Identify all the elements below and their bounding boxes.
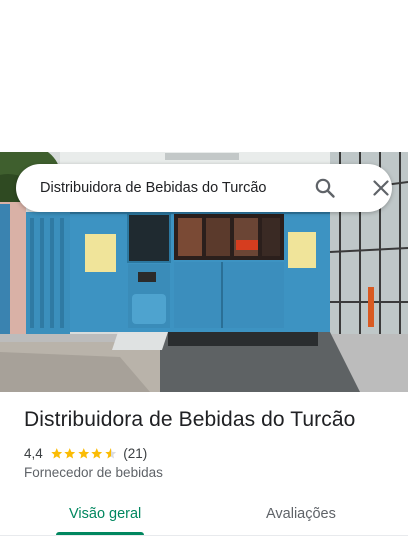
place-category: Fornecedor de bebidas: [24, 465, 163, 480]
tab-reviews[interactable]: Avaliações: [266, 503, 336, 525]
star-icon: [78, 447, 89, 458]
star-icon: [91, 447, 103, 458]
close-icon[interactable]: [368, 175, 394, 201]
star-icon: [51, 447, 62, 458]
rating-stars: [50, 447, 118, 460]
star-icon: [64, 447, 76, 458]
rating-value: 4,4: [24, 445, 43, 461]
star-half-icon: [105, 447, 116, 458]
place-page: Distribuidora de Bebidas do Turcão Distr…: [0, 0, 408, 544]
tabs-divider: [0, 535, 408, 536]
tab-overview[interactable]: Visão geral: [69, 503, 141, 525]
rating-row[interactable]: 4,4 (21): [24, 444, 147, 462]
search-icon[interactable]: [312, 175, 338, 201]
review-count[interactable]: (21): [123, 446, 147, 461]
place-title: Distribuidora de Bebidas do Turcão: [24, 408, 356, 431]
search-input[interactable]: Distribuidora de Bebidas do Turcão: [40, 164, 267, 212]
search-bar[interactable]: Distribuidora de Bebidas do Turcão: [16, 164, 392, 212]
